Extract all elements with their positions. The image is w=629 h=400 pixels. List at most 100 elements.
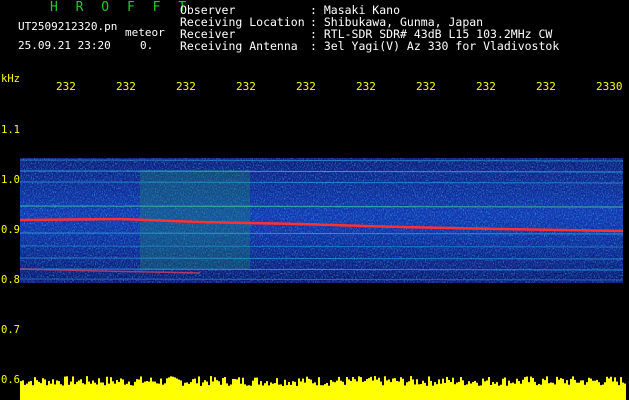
noise-bar — [494, 383, 496, 400]
noise-bar — [22, 380, 24, 400]
noise-bar — [620, 377, 622, 400]
noise-bar — [606, 376, 608, 400]
noise-bar — [398, 381, 400, 400]
noise-bar — [208, 385, 210, 400]
noise-bar — [108, 383, 110, 400]
noise-bar — [152, 381, 154, 400]
noise-bar — [308, 378, 310, 400]
noise-bar — [402, 378, 404, 400]
noise-bar — [72, 376, 74, 400]
noise-bar — [590, 378, 592, 400]
noise-bar — [602, 384, 604, 400]
noise-bar — [290, 384, 292, 400]
noise-bar — [422, 380, 424, 400]
noise-bar — [96, 384, 98, 400]
noise-bar — [416, 379, 418, 400]
noise-bar — [246, 385, 248, 400]
detection-count: 0. — [140, 39, 154, 52]
noise-bar — [360, 377, 362, 400]
noise-bar — [226, 383, 228, 400]
noise-bar — [392, 378, 394, 400]
noise-bar — [162, 384, 164, 400]
noise-bar — [420, 383, 422, 400]
noise-bar — [264, 383, 266, 400]
noise-bar — [488, 376, 490, 400]
noise-bar — [248, 385, 250, 400]
noise-bar — [52, 379, 54, 400]
noise-bar — [344, 384, 346, 400]
noise-bar — [436, 384, 438, 400]
noise-bar — [254, 377, 256, 400]
noise-bar — [332, 381, 334, 400]
noise-bar — [492, 381, 494, 400]
noise-bar — [480, 385, 482, 400]
noise-bar — [144, 381, 146, 400]
noise-bar — [302, 378, 304, 400]
noise-bar — [294, 381, 296, 400]
noise-bar — [170, 376, 172, 400]
noise-bar — [598, 382, 600, 400]
noise-bar — [350, 381, 352, 400]
noise-bar — [556, 376, 558, 400]
noise-bar — [432, 385, 434, 400]
noise-bar — [122, 379, 124, 400]
noise-bar — [92, 380, 94, 400]
noise-bar — [94, 382, 96, 400]
noise-bar — [244, 384, 246, 400]
noise-bar — [454, 384, 456, 400]
noise-bar — [32, 385, 34, 400]
noise-bar — [176, 378, 178, 400]
noise-bar — [220, 384, 222, 400]
noise-bar — [182, 385, 184, 400]
noise-bar — [180, 380, 182, 400]
noise-bar — [192, 379, 194, 400]
noise-bar — [610, 376, 612, 400]
noise-bar — [238, 377, 240, 400]
noise-bar — [550, 382, 552, 400]
noise-bar — [460, 377, 462, 400]
noise-bar — [54, 384, 56, 400]
noise-bar — [228, 385, 230, 400]
noise-bar — [358, 376, 360, 400]
noise-bar — [462, 380, 464, 400]
noise-bar — [624, 383, 626, 400]
noise-bar — [256, 377, 258, 400]
noise-bar — [526, 376, 528, 400]
noise-bar — [504, 377, 506, 400]
noise-bar — [338, 376, 340, 400]
noise-bar — [472, 381, 474, 400]
noise-bar — [210, 376, 212, 400]
noise-bar — [174, 377, 176, 400]
noise-bar — [468, 381, 470, 400]
noise-bar — [26, 383, 28, 400]
noise-bar — [342, 381, 344, 400]
noise-bar — [232, 378, 234, 400]
noise-bar — [498, 385, 500, 400]
noise-bar — [414, 384, 416, 400]
noise-bar — [274, 383, 276, 400]
noise-bar — [304, 382, 306, 400]
noise-bar — [490, 384, 492, 400]
noise-bar — [346, 377, 348, 400]
noise-bar — [340, 380, 342, 400]
noise-bar — [334, 382, 336, 400]
noise-bar — [156, 383, 158, 400]
noise-bar — [622, 382, 624, 400]
noise-bar — [478, 385, 480, 400]
noise-bar — [510, 383, 512, 400]
noise-bar — [584, 384, 586, 400]
noise-bar — [546, 376, 548, 400]
noise-bar — [370, 376, 372, 400]
noise-bar — [190, 382, 192, 400]
noise-bar — [536, 385, 538, 400]
noise-bar — [214, 377, 216, 400]
noise-bar — [474, 380, 476, 400]
noise-bar — [544, 380, 546, 400]
noise-bar — [438, 379, 440, 400]
noise-bar — [534, 381, 536, 400]
noise-bar — [44, 379, 46, 400]
noise-bar — [596, 379, 598, 400]
noise-bar — [252, 380, 254, 400]
noise-bar — [288, 381, 290, 400]
noise-bar — [616, 381, 618, 400]
